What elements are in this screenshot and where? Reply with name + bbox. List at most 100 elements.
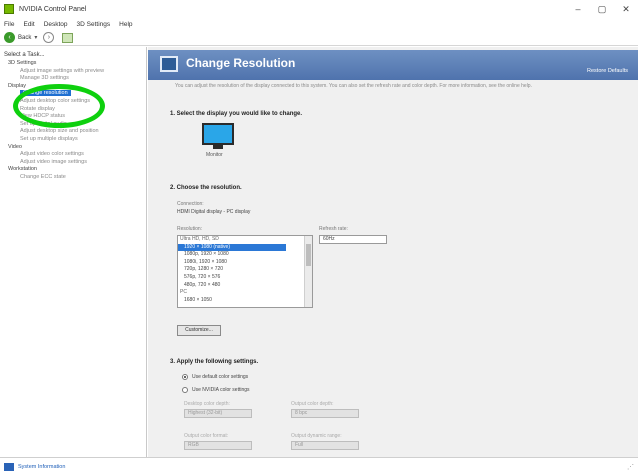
display-icon [160, 56, 178, 72]
section-apply-settings: 3. Apply the following settings. [170, 359, 259, 365]
system-information-link[interactable]: System Information [18, 464, 65, 470]
resolution-option[interactable]: 1080i, 1920 × 1080 [178, 259, 312, 267]
back-dropdown-icon[interactable]: ▾ [34, 34, 37, 41]
minimize-button[interactable]: – [566, 0, 590, 18]
sidebar-category[interactable]: Workstation [0, 166, 146, 174]
resolution-group: Ultra HD, HD, SD [180, 236, 219, 242]
sidebar-item-label: Adjust video color settings [20, 151, 84, 158]
sidebar-item-label: Manage 3D settings [20, 75, 69, 82]
system-info-icon [4, 462, 14, 471]
resolution-option[interactable]: 576p, 720 × 576 [178, 274, 312, 282]
page-description: You can adjust the resolution of the dis… [175, 83, 532, 89]
resolution-option[interactable]: 1680 × 1050 [178, 297, 312, 305]
main-panel: Change Resolution Restore Defaults You c… [148, 47, 638, 457]
sidebar-item[interactable]: View HDCP status [0, 113, 146, 121]
monitor-stand [213, 145, 223, 149]
radio-nvidia-color[interactable]: Use NVIDIA color settings [182, 387, 250, 393]
sidebar-category[interactable]: Display [0, 83, 146, 91]
menu-3d-settings[interactable]: 3D Settings [77, 21, 111, 28]
toolbar: ‹ Back ▾ › [0, 30, 638, 46]
sidebar-item-label: Adjust image settings with preview [20, 67, 105, 74]
resolution-group: PC [180, 289, 187, 296]
resolution-option[interactable]: 1080p, 1920 × 1080 [178, 251, 312, 259]
resolution-option[interactable]: 480p, 720 × 480 [178, 282, 312, 290]
sidebar-item-label: Set up multiple displays [20, 135, 78, 142]
home-icon[interactable] [62, 32, 74, 43]
resolution-option[interactable]: 1920 × 1080 (native) [178, 243, 286, 252]
connection-value: HDMI Digital display - PC display [177, 209, 251, 215]
task-sidebar: Select a Task... 3D Settings Adjust image… [0, 47, 147, 457]
nvidia-app-icon [4, 4, 14, 14]
connection-label: Connection: [177, 201, 204, 207]
sidebar-item[interactable]: Adjust desktop size and position [0, 128, 146, 136]
sidebar-item[interactable]: Rotate display [0, 106, 146, 114]
sidebar-item[interactable]: Manage 3D settings [0, 75, 146, 83]
output-format-select[interactable]: RGB [184, 441, 252, 450]
section-select-display: 1. Select the display you would like to … [170, 111, 303, 117]
refresh-rate-select[interactable]: 60Hz [319, 235, 387, 244]
page-title: Change Resolution [186, 56, 296, 70]
sidebar-item[interactable]: Adjust image settings with preview [0, 68, 146, 76]
dynamic-range-select[interactable]: Full [291, 441, 359, 450]
close-button[interactable]: ✕ [614, 0, 638, 18]
dynamic-range-label: Output dynamic range: [291, 433, 342, 439]
section-choose-resolution: 2. Choose the resolution. [170, 185, 242, 191]
display-name: Monitor [206, 152, 223, 158]
sidebar-item[interactable]: Change ECC state [0, 174, 146, 182]
radio-default-color-dot [182, 374, 188, 380]
output-format-label: Output color format: [184, 433, 229, 439]
sidebar-item[interactable]: Set up digital audio [0, 121, 146, 129]
status-bar: System Information ⋰ [0, 457, 638, 475]
radio-default-color-label: Use default color settings [192, 374, 249, 380]
title-bar: NVIDIA Control Panel – ▢ ✕ [0, 0, 638, 18]
radio-default-color[interactable]: Use default color settings [182, 374, 248, 380]
sidebar-heading: Select a Task... [4, 52, 45, 58]
sidebar-item-label: Video [8, 143, 22, 150]
sidebar-item[interactable]: Adjust video color settings [0, 151, 146, 159]
sidebar-item-label: Rotate display [20, 105, 55, 112]
resolution-scrollbar[interactable] [304, 236, 312, 307]
resolution-label: Resolution: [177, 226, 203, 232]
sidebar-category[interactable]: Video [0, 144, 146, 152]
sidebar-item[interactable]: Change resolution [0, 90, 146, 98]
scroll-thumb[interactable] [306, 244, 311, 266]
resolution-option[interactable]: 720p, 1280 × 720 [178, 266, 312, 274]
maximize-button[interactable]: ▢ [590, 0, 614, 18]
resize-grip-icon[interactable]: ⋰ [627, 463, 634, 471]
sidebar-item-label: Display [8, 82, 27, 89]
sidebar-item[interactable]: Adjust desktop color settings [0, 98, 146, 106]
display-selector[interactable] [202, 123, 234, 151]
window-title: NVIDIA Control Panel [19, 5, 87, 13]
forward-button[interactable]: › [43, 32, 55, 43]
desktop-depth-label: Desktop color depth: [184, 401, 230, 407]
sidebar-item-label: Change ECC state [20, 173, 66, 180]
back-button[interactable]: ‹ Back ▾ [4, 32, 37, 43]
restore-defaults-link[interactable]: Restore Defaults [587, 68, 628, 74]
resolution-rows: Ultra HD, HD, SD 1920 × 1080 (native) 1080… [178, 236, 312, 304]
back-label: Back [18, 34, 32, 41]
sidebar-item[interactable]: Set up multiple displays [0, 136, 146, 144]
desktop-depth-select[interactable]: Highest (32-bit) [184, 409, 252, 418]
page-banner: Change Resolution Restore Defaults [148, 50, 638, 80]
monitor-icon [202, 123, 234, 145]
output-depth-select[interactable]: 8 bpc [291, 409, 359, 418]
customize-button[interactable]: Customize... [177, 325, 221, 336]
menu-help[interactable]: Help [119, 21, 132, 28]
menu-file[interactable]: File [4, 21, 14, 28]
sidebar-item-label: Adjust desktop color settings [20, 97, 91, 104]
sidebar-item[interactable]: Adjust video image settings [0, 159, 146, 167]
sidebar-item-label: Adjust video image settings [20, 158, 87, 165]
menu-bar: File Edit Desktop 3D Settings Help [0, 18, 638, 30]
radio-nvidia-color-label: Use NVIDIA color settings [192, 387, 250, 393]
refresh-rate-label: Refresh rate: [319, 226, 348, 232]
resolution-list[interactable]: Ultra HD, HD, SD 1920 × 1080 (native) 1080… [177, 235, 313, 308]
output-depth-label: Output color depth: [291, 401, 334, 407]
sidebar-item-label: 3D Settings [8, 60, 37, 66]
sidebar-item-label: Adjust desktop size and position [20, 128, 99, 135]
sidebar-category[interactable]: 3D Settings [0, 60, 146, 68]
task-tree: 3D Settings Adjust image settings with pr… [0, 60, 146, 182]
menu-edit[interactable]: Edit [23, 21, 34, 28]
back-arrow-icon: ‹ [4, 32, 15, 43]
sidebar-item-label: Set up digital audio [20, 120, 67, 127]
menu-desktop[interactable]: Desktop [44, 21, 68, 28]
